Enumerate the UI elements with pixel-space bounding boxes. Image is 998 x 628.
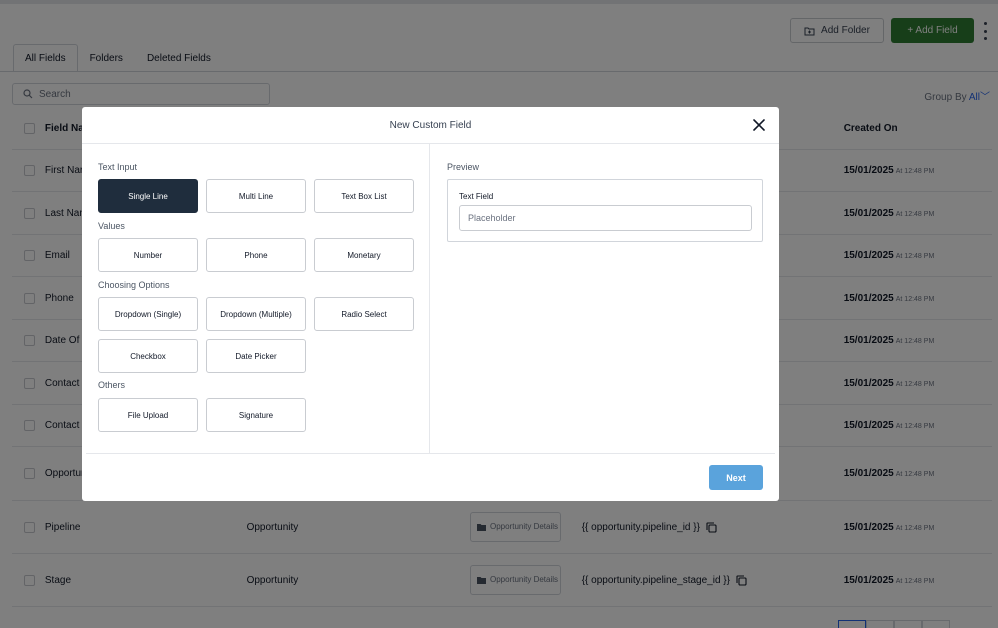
option-single-line[interactable]: Single Line — [98, 179, 198, 213]
option-checkbox[interactable]: Checkbox — [98, 339, 198, 373]
section-label-values: Values — [98, 221, 125, 231]
option-dropdown-single[interactable]: Dropdown (Single) — [98, 297, 198, 331]
option-dropdown-multiple[interactable]: Dropdown (Multiple) — [206, 297, 306, 331]
preview-text-input[interactable] — [459, 205, 752, 231]
field-type-picker: Text Input Single Line Multi Line Text B… — [86, 144, 430, 454]
preview-label: Preview — [447, 162, 480, 172]
modal-body: Text Input Single Line Multi Line Text B… — [86, 144, 775, 454]
preview-pane: Preview Text Field — [431, 144, 775, 454]
preview-field-label: Text Field — [459, 192, 494, 201]
new-custom-field-modal: New Custom Field Text Input Single Line … — [82, 107, 779, 501]
option-multi-line[interactable]: Multi Line — [206, 179, 306, 213]
close-icon[interactable] — [752, 118, 766, 132]
section-label-text-input: Text Input — [98, 162, 138, 172]
option-radio-select[interactable]: Radio Select — [314, 297, 414, 331]
option-phone[interactable]: Phone — [206, 238, 306, 272]
modal-header: New Custom Field — [82, 107, 779, 144]
option-date-picker[interactable]: Date Picker — [206, 339, 306, 373]
option-number[interactable]: Number — [98, 238, 198, 272]
section-label-others: Others — [98, 380, 126, 390]
modal-footer-divider — [86, 453, 775, 454]
option-file-upload[interactable]: File Upload — [98, 398, 198, 432]
modal-title: New Custom Field — [389, 120, 472, 131]
option-text-box-list[interactable]: Text Box List — [314, 179, 414, 213]
next-button[interactable]: Next — [709, 465, 763, 490]
option-monetary[interactable]: Monetary — [314, 238, 414, 272]
section-label-choosing-options: Choosing Options — [98, 280, 170, 290]
option-signature[interactable]: Signature — [206, 398, 306, 432]
preview-card: Text Field — [447, 179, 763, 242]
